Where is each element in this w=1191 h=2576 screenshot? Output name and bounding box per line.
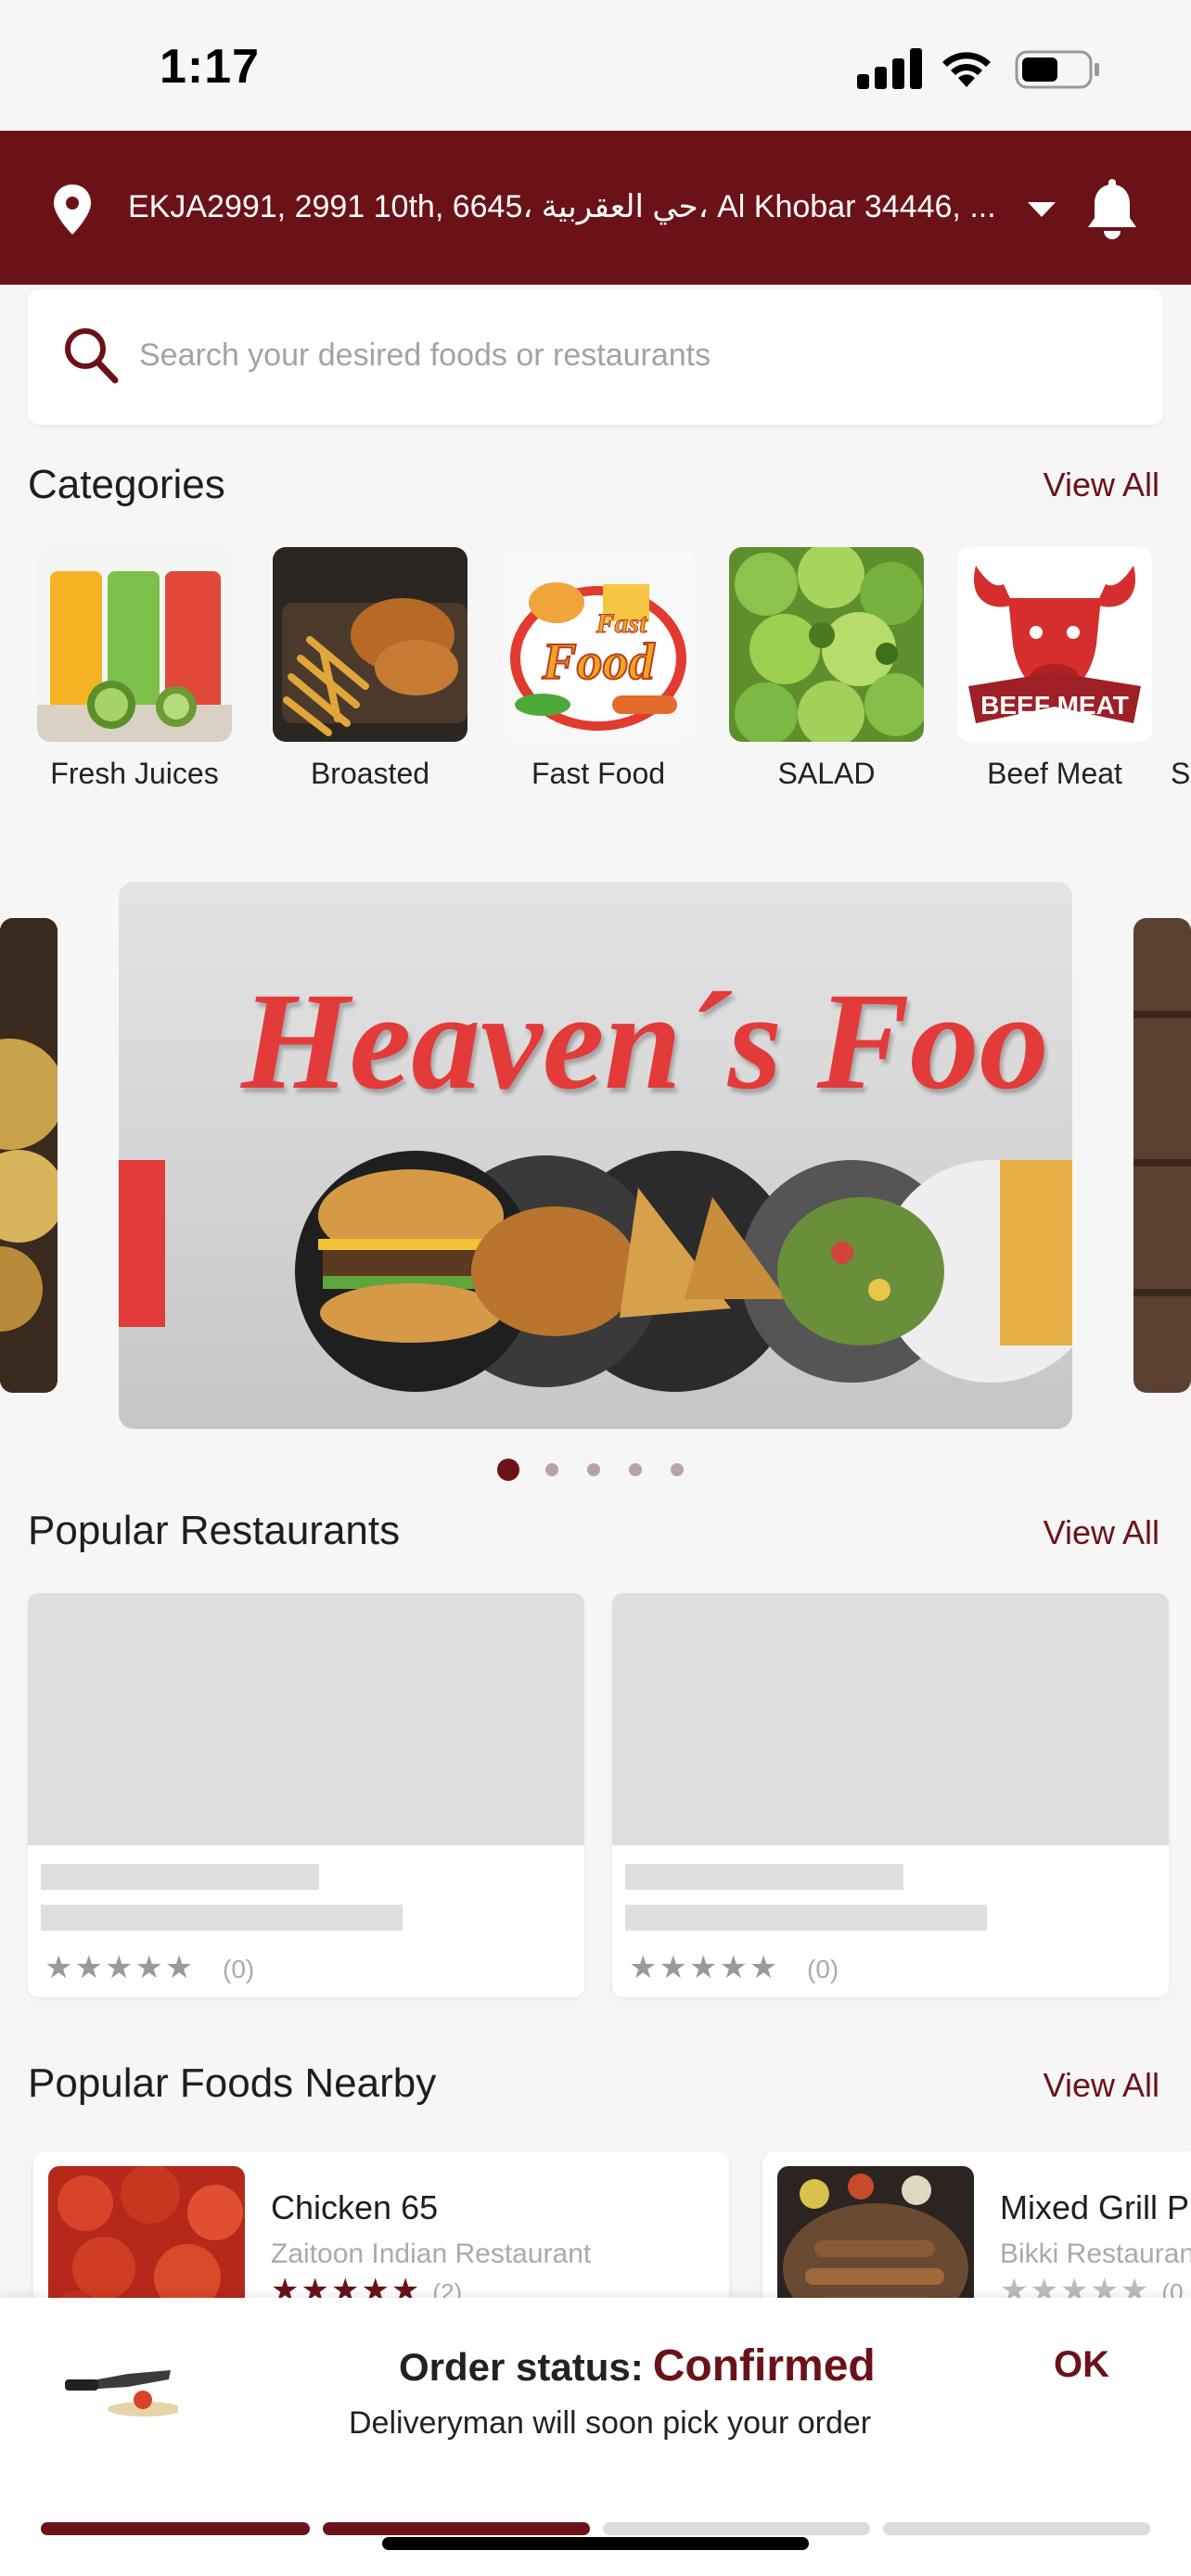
order-status-description: Deliveryman will soon pick your order	[349, 2405, 872, 2441]
category-salad[interactable]: SALAD	[729, 547, 924, 791]
restaurant-image-placeholder	[612, 1593, 1169, 1845]
restaurant-address-placeholder	[41, 1905, 403, 1931]
category-label: S	[1171, 757, 1191, 790]
order-progress-step-complete	[41, 2522, 310, 2535]
pagination-dot[interactable]	[545, 1463, 558, 1476]
pagination-dot[interactable]	[587, 1463, 600, 1476]
category-label: Fresh Juices	[50, 757, 219, 790]
categories-title: Categories	[28, 462, 225, 507]
category-fast-food[interactable]: Food Fast Fast Food	[501, 547, 696, 791]
promo-banner[interactable]: Heaven´s Foo	[119, 882, 1072, 1429]
rating-count: (0)	[807, 1955, 839, 1983]
home-indicator[interactable]	[382, 2537, 809, 2550]
order-progress-step-pending	[603, 2522, 870, 2535]
popular-foods-title: Popular Foods Nearby	[28, 2060, 437, 2106]
status-time: 1:17	[160, 40, 261, 94]
svg-text:Food: Food	[541, 633, 655, 691]
category-broasted[interactable]: Broasted	[273, 547, 467, 791]
location-pin-icon	[54, 185, 91, 235]
order-progress-step-complete	[323, 2522, 590, 2535]
category-partial-image	[1171, 547, 1191, 742]
popular-foods-view-all-link[interactable]: View All	[1044, 2066, 1159, 2105]
pagination-dot[interactable]	[629, 1463, 642, 1476]
ok-button[interactable]: OK	[1054, 2344, 1109, 2386]
food-card-mixed-grill[interactable]: Mixed Grill Pla Bikki Restaurant ★★★★★(0	[762, 2151, 1191, 2309]
bell-icon[interactable]	[1083, 179, 1141, 242]
category-beef-meat[interactable]: BEEF MEAT Beef Meat	[957, 547, 1152, 791]
fresh-juices-image	[37, 547, 232, 742]
beef-meat-logo-image: BEEF MEAT	[957, 547, 1152, 742]
location-header: EKJA2991, 2991 10th, 6645، حي العقربية، …	[0, 131, 1191, 285]
pagination-dot-active[interactable]	[497, 1459, 519, 1481]
banner-next-slide[interactable]	[1133, 918, 1191, 1393]
rating-stars: ★★★★★	[629, 1950, 780, 1985]
salad-image	[729, 547, 924, 742]
search-input[interactable]: Search your desired foods or restaurants	[28, 289, 1163, 425]
order-status-sheet: Order status: Confirmed Deliveryman will …	[0, 2298, 1191, 2576]
order-status-value: Confirmed	[652, 2341, 876, 2391]
category-label: SALAD	[777, 757, 876, 790]
food-restaurant-name: Zaitoon Indian Restaurant	[271, 2238, 592, 2269]
order-progress-step-pending	[883, 2522, 1150, 2535]
category-label: Broasted	[310, 757, 430, 790]
restaurant-address-placeholder	[625, 1905, 987, 1931]
category-label: Beef Meat	[987, 757, 1122, 790]
beef-logo-text: BEEF MEAT	[980, 691, 1129, 720]
mixed-grill-image	[777, 2166, 974, 2309]
wifi-icon	[942, 52, 991, 87]
restaurant-name-placeholder	[41, 1864, 319, 1890]
fast-food-logo-image: Food Fast	[501, 547, 696, 742]
broasted-image	[273, 547, 467, 742]
restaurant-image-placeholder	[28, 1593, 584, 1845]
banner-previous-slide[interactable]	[0, 918, 58, 1393]
category-label: Fast Food	[531, 757, 666, 790]
order-status: Order status: Confirmed	[399, 2340, 876, 2391]
rating-stars: ★★★★★	[45, 1950, 196, 1985]
caret-down-icon[interactable]	[1026, 200, 1057, 219]
search-placeholder: Search your desired foods or restaurants	[139, 338, 711, 373]
status-bar: 1:17	[0, 0, 1191, 131]
cellular-signal-icon	[857, 48, 922, 89]
order-status-label: Order status:	[399, 2345, 644, 2389]
restaurant-name-placeholder	[625, 1864, 903, 1890]
rating-count: (0)	[223, 1955, 255, 1983]
battery-icon	[1015, 50, 1099, 89]
restaurant-card-placeholder[interactable]: ★★★★★ (0)	[28, 1593, 584, 1997]
category-fresh-juices[interactable]: Fresh Juices	[37, 547, 232, 791]
pagination-dot[interactable]	[671, 1463, 684, 1476]
restaurant-card-placeholder[interactable]: ★★★★★ (0)	[612, 1593, 1169, 1997]
food-restaurant-name: Bikki Restaurant	[1000, 2238, 1191, 2269]
search-icon	[65, 328, 119, 384]
delivery-address[interactable]: EKJA2991, 2991 10th, 6645، حي العقربية، …	[128, 188, 1000, 225]
category-partial[interactable]: S	[1171, 547, 1191, 791]
food-name: Chicken 65	[271, 2188, 439, 2226]
svg-text:Fast: Fast	[595, 608, 648, 639]
chicken-65-image	[48, 2166, 245, 2309]
popular-restaurants-view-all-link[interactable]: View All	[1044, 1513, 1159, 1552]
kitchen-knife-icon	[65, 2370, 178, 2417]
popular-restaurants-title: Popular Restaurants	[28, 1508, 401, 1553]
categories-view-all-link[interactable]: View All	[1044, 465, 1159, 504]
food-card-chicken-65[interactable]: Chicken 65 Zaitoon Indian Restaurant ★★★…	[33, 2151, 729, 2309]
food-name: Mixed Grill Pla	[1000, 2188, 1191, 2226]
